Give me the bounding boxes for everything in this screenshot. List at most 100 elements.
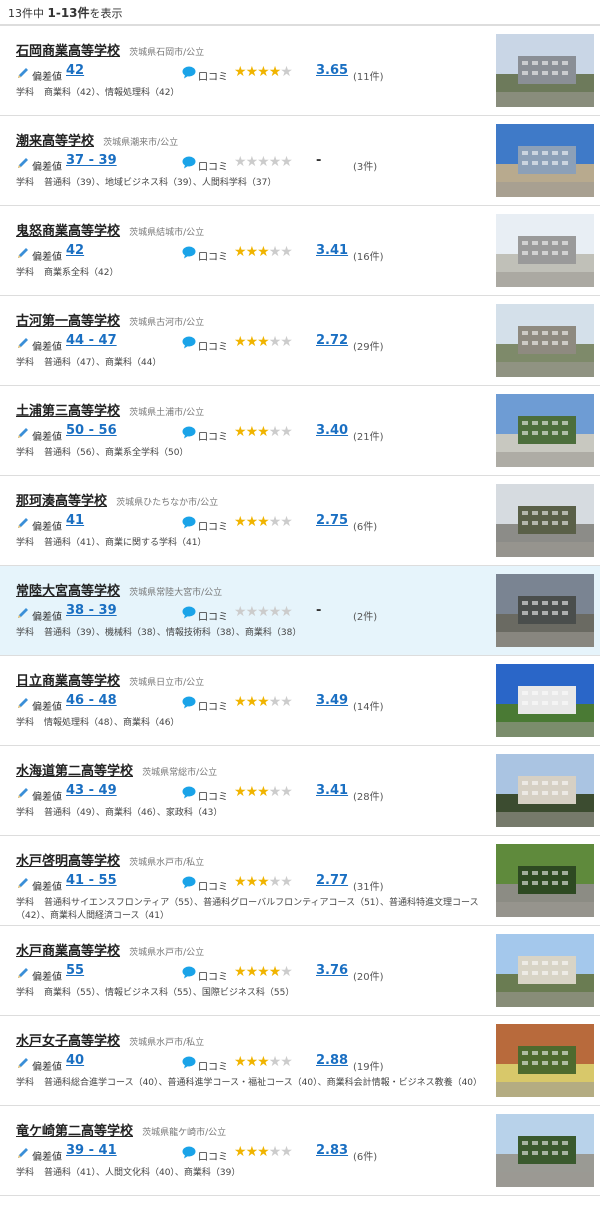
star-icon: ★: [268, 694, 282, 710]
star-icon: ★: [268, 244, 282, 260]
school-name-link[interactable]: 常陸大宮高等学校: [16, 584, 120, 599]
star-icon: ★: [257, 604, 270, 620]
star-icon: ★: [234, 964, 247, 980]
review-score-link[interactable]: 2.88: [316, 1053, 348, 1068]
star-icon: ★: [234, 1054, 247, 1070]
speech-bubble-icon: [182, 1056, 196, 1069]
school-photo[interactable]: [496, 394, 594, 467]
star-icon: ★: [280, 1054, 293, 1070]
review-score-link[interactable]: 3.49: [316, 693, 348, 708]
school-photo[interactable]: [496, 1114, 594, 1187]
department-list: 学科 情報処理科（48）、商業科（46）: [16, 717, 494, 730]
review-score-link[interactable]: 2.75: [316, 513, 348, 528]
hensachi-value-link[interactable]: 41: [66, 513, 84, 528]
school-name-link[interactable]: 石岡商業高等学校: [16, 44, 120, 59]
hensachi-value-link[interactable]: 46 - 48: [66, 693, 117, 708]
school-name-link[interactable]: 竜ケ崎第二高等学校: [16, 1124, 133, 1139]
pencil-icon: [18, 608, 28, 618]
review-score-link[interactable]: 2.83: [316, 1143, 348, 1158]
review-score-link[interactable]: 3.40: [316, 423, 348, 438]
hensachi-value-link[interactable]: 42: [66, 243, 84, 258]
department-list: 学科 普通科（47）、商業科（44）: [16, 357, 494, 370]
pencil-icon: [18, 968, 28, 978]
school-name-link[interactable]: 古河第一高等学校: [16, 314, 120, 329]
department-values: 普通科（49）、商業科（46）、家政科（43）: [44, 808, 223, 818]
school-name-link[interactable]: 鬼怒商業高等学校: [16, 224, 120, 239]
star-icon: ★: [234, 874, 247, 890]
review-score-link[interactable]: 3.41: [316, 243, 348, 258]
school-photo[interactable]: [496, 484, 594, 557]
school-photo[interactable]: [496, 124, 594, 197]
school-photo[interactable]: [496, 574, 594, 647]
pencil-icon: [18, 428, 28, 438]
star-icon: ★: [245, 694, 259, 710]
speech-bubble-icon: [182, 1146, 196, 1159]
school-photo[interactable]: [496, 214, 594, 287]
hensachi-label: 偏差値: [32, 612, 62, 623]
speech-bubble-icon: [182, 606, 196, 619]
school-photo[interactable]: [496, 34, 594, 107]
department-values: 普通科（39）、機械科（38）、情報技術科（38）、商業科（38）: [44, 628, 302, 638]
review-score-link: -: [316, 153, 322, 168]
star-icon: ★: [280, 424, 293, 440]
school-name-link[interactable]: 水戸商業高等学校: [16, 944, 120, 959]
review-count: (16件): [353, 252, 384, 263]
hensachi-value-link[interactable]: 39 - 41: [66, 1143, 117, 1158]
school-name-link[interactable]: 那珂湊高等学校: [16, 494, 107, 509]
school-list-item: 那珂湊高等学校 茨城県ひたちなか市/公立 偏差値 41 口コミ ★★★★★ 2.…: [0, 476, 600, 566]
star-icon: ★: [257, 784, 270, 800]
speech-bubble-icon: [182, 966, 196, 979]
star-icon: ★: [280, 874, 293, 890]
rating-stars: ★★★★★: [234, 1054, 293, 1070]
star-icon: ★: [245, 964, 259, 980]
review-score-link[interactable]: 3.65: [316, 63, 348, 78]
hensachi-value-link[interactable]: 43 - 49: [66, 783, 117, 798]
school-photo[interactable]: [496, 1024, 594, 1097]
star-icon: ★: [268, 1144, 282, 1160]
hensachi-value-link[interactable]: 37 - 39: [66, 153, 117, 168]
review-label: 口コミ: [198, 72, 228, 83]
school-name-link[interactable]: 潮来高等学校: [16, 134, 94, 149]
school-list-item: 潮来高等学校 茨城県潮来市/公立 偏差値 37 - 39 口コミ ★★★★★ -…: [0, 116, 600, 206]
school-name-link[interactable]: 水戸啓明高等学校: [16, 854, 120, 869]
star-icon: ★: [245, 334, 259, 350]
hensachi-value-link[interactable]: 55: [66, 963, 84, 978]
school-name-link[interactable]: 水戸女子高等学校: [16, 1034, 120, 1049]
hensachi-value-link[interactable]: 44 - 47: [66, 333, 117, 348]
review-score-link[interactable]: 3.41: [316, 783, 348, 798]
star-icon: ★: [234, 784, 247, 800]
review-score-link[interactable]: 2.72: [316, 333, 348, 348]
star-icon: ★: [280, 604, 293, 620]
hensachi-label: 偏差値: [32, 1062, 62, 1073]
hensachi-label: 偏差値: [32, 972, 62, 983]
school-photo[interactable]: [496, 304, 594, 377]
school-photo[interactable]: [496, 754, 594, 827]
hensachi-label: 偏差値: [32, 342, 62, 353]
hensachi-value-link[interactable]: 38 - 39: [66, 603, 117, 618]
pencil-icon: [18, 1148, 28, 1158]
school-photo[interactable]: [496, 844, 594, 917]
hensachi-label: 偏差値: [32, 252, 62, 263]
school-name-link[interactable]: 土浦第三高等学校: [16, 404, 120, 419]
star-icon: ★: [234, 154, 247, 170]
hensachi-label: 偏差値: [32, 432, 62, 443]
review-score-link[interactable]: 3.76: [316, 963, 348, 978]
review-score-link[interactable]: 2.77: [316, 873, 348, 888]
school-list-item: 竜ケ崎第二高等学校 茨城県龍ケ崎市/公立 偏差値 39 - 41 口コミ ★★★…: [0, 1106, 600, 1196]
school-photo[interactable]: [496, 664, 594, 737]
review-count: (6件): [353, 1152, 378, 1163]
hensachi-value-link[interactable]: 42: [66, 63, 84, 78]
school-photo[interactable]: [496, 934, 594, 1007]
hensachi-value-link[interactable]: 40: [66, 1053, 84, 1068]
review-label: 口コミ: [198, 882, 228, 893]
hensachi-value-link[interactable]: 41 - 55: [66, 873, 117, 888]
rating-stars: ★★★★★: [234, 64, 293, 80]
star-icon: ★: [268, 874, 282, 890]
school-location: 茨城県水戸市/私立: [129, 858, 205, 868]
star-icon: ★: [268, 1054, 282, 1070]
star-icon: ★: [257, 64, 270, 80]
department-values: 普通科（47）、商業科（44）: [44, 358, 162, 368]
school-name-link[interactable]: 日立商業高等学校: [16, 674, 120, 689]
school-name-link[interactable]: 水海道第二高等学校: [16, 764, 133, 779]
hensachi-value-link[interactable]: 50 - 56: [66, 423, 117, 438]
